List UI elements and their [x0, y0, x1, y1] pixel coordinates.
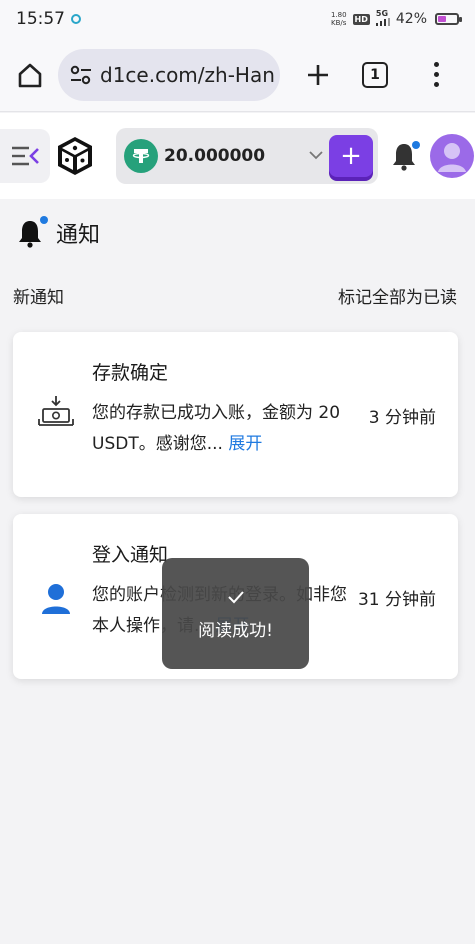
success-toast: 阅读成功!: [162, 558, 309, 669]
signal-5g-icon: 5G: [375, 9, 390, 28]
signal-bars-icon: [375, 18, 390, 26]
status-bar: 15:57 1.80 KB/s HD 5G 42%: [0, 0, 475, 38]
unread-dot: [412, 141, 420, 149]
battery-icon: [435, 13, 462, 25]
sidebar-toggle-button[interactable]: [0, 129, 50, 183]
browser-menu-button[interactable]: [426, 53, 446, 97]
deposit-icon: [37, 394, 75, 432]
tether-icon: [124, 139, 158, 173]
site-settings-icon: [70, 65, 91, 84]
notification-dot-icon: [71, 14, 81, 24]
notifications-subheader: 新通知 标记全部为已读: [13, 283, 457, 308]
address-bar[interactable]: d1ce.com/zh-Han: [58, 48, 280, 101]
home-icon: [18, 63, 42, 87]
network-speed-value: 1.80: [330, 11, 347, 19]
network-speed: 1.80 KB/s: [331, 11, 347, 27]
toast-message: 阅读成功!: [198, 621, 273, 641]
page-title: 通知: [56, 223, 101, 248]
notification-card[interactable]: 存款确定 您的存款已成功入账，金额为 20 USDT。感谢您... 展开 3 分…: [13, 332, 458, 497]
notification-time: 3 分钟前: [368, 408, 436, 428]
dice-logo-icon: [58, 137, 92, 175]
notification-text: 您的存款已成功入账，金额为 20 USDT。感谢您...: [92, 403, 341, 454]
expand-link[interactable]: 展开: [228, 434, 262, 454]
chevron-down-icon[interactable]: [309, 148, 323, 164]
new-tab-button[interactable]: [296, 53, 340, 97]
browser-toolbar: d1ce.com/zh-Han 1: [0, 38, 475, 112]
battery-fill: [438, 16, 446, 22]
notification-time: 31 分钟前: [357, 590, 436, 610]
plus-icon: [308, 64, 328, 85]
hd-icon: HD: [352, 13, 370, 25]
bell-icon: [16, 216, 48, 250]
unread-dot: [40, 216, 48, 224]
user-avatar-button[interactable]: [430, 134, 474, 178]
menu-collapse-icon: [12, 146, 39, 166]
status-indicators: 1.80 KB/s HD 5G 42%: [331, 9, 462, 28]
notification-title: 存款确定: [92, 362, 169, 384]
page-title-row: 通知: [16, 216, 100, 250]
app-header: 20.000000 +: [0, 113, 475, 199]
wallet-balance: 20.000000: [164, 146, 266, 166]
notification-body: 您的存款已成功入账，金额为 20 USDT。感谢您... 展开: [92, 398, 348, 460]
tab-switcher-button[interactable]: 1: [362, 61, 388, 88]
status-time: 15:57: [16, 9, 65, 29]
notifications-bell-button[interactable]: [390, 139, 420, 173]
avatar-icon: [438, 143, 466, 172]
home-button[interactable]: [8, 53, 52, 97]
network-speed-unit: KB/s: [331, 19, 347, 27]
new-notifications-label: 新通知: [13, 288, 64, 308]
wallet-selector[interactable]: 20.000000 +: [116, 128, 378, 184]
dice-logo[interactable]: [54, 135, 96, 177]
check-icon: [225, 586, 247, 608]
notification-title: 登入通知: [92, 544, 169, 566]
url-text: d1ce.com/zh-Han: [100, 62, 275, 87]
network-type: 5G: [375, 9, 389, 18]
user-icon: [37, 580, 75, 618]
mark-all-read-button[interactable]: 标记全部为已读: [338, 283, 457, 308]
battery-percent: 42%: [395, 11, 427, 27]
deposit-button[interactable]: +: [329, 135, 373, 177]
